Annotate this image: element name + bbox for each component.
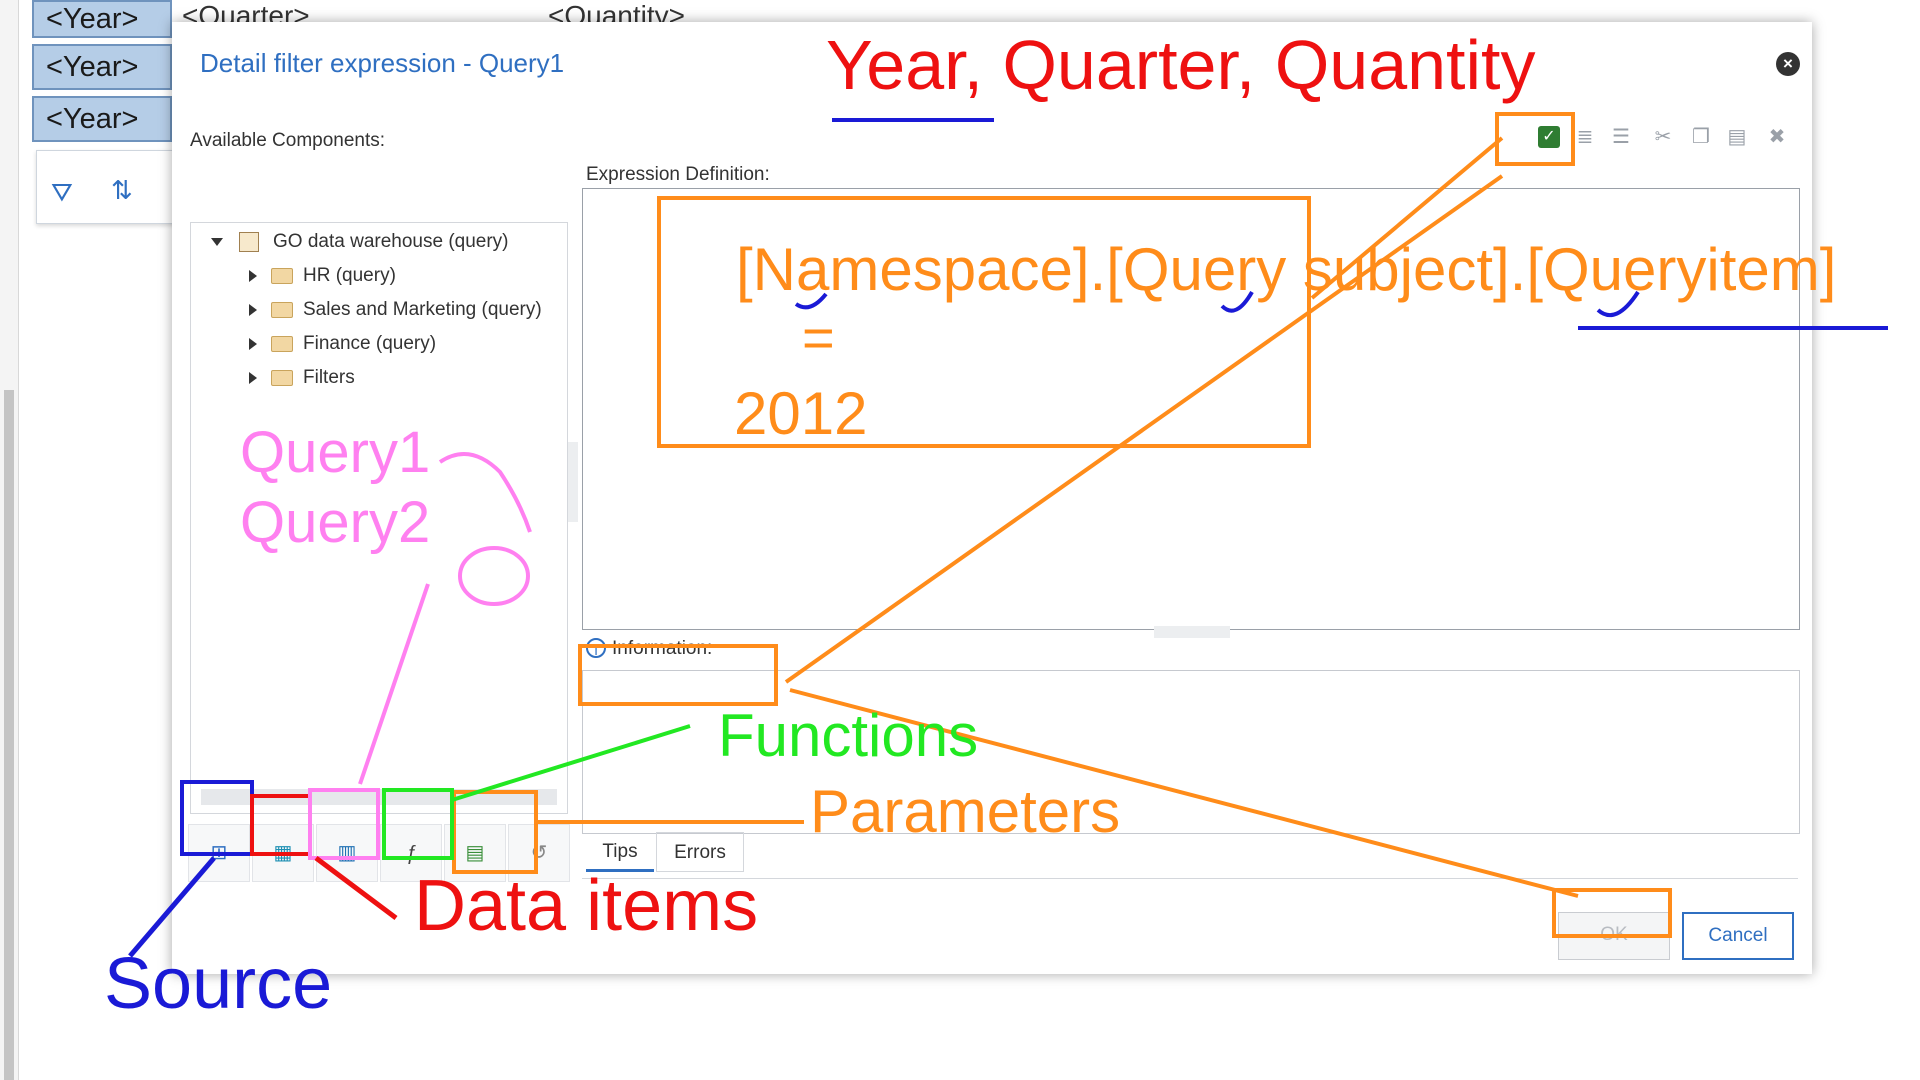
arrow-to-data-items — [314, 856, 398, 920]
annotation-data-items: Data items — [414, 866, 759, 946]
parameters-highlight-box — [452, 790, 538, 874]
annotation-functions: Functions — [718, 702, 979, 769]
validate-highlight-box — [1495, 112, 1575, 166]
pink-curve — [438, 452, 532, 533]
annotation-title-note: Year, Quarter, Quantity — [826, 26, 1536, 104]
annotation-query2: Query2 — [240, 490, 431, 555]
annotation-parameters: Parameters — [810, 778, 1121, 845]
arrow-to-source — [128, 856, 216, 958]
data-items-highlight-box — [250, 794, 312, 856]
information-highlight-box — [578, 644, 778, 706]
query-highlight-box — [308, 788, 380, 860]
source-highlight-box — [180, 780, 254, 856]
arrow-to-queries — [358, 583, 430, 785]
annotation-expression-line2: = — [802, 306, 835, 369]
annotation-query1: Query1 — [240, 420, 431, 485]
pink-circle — [458, 546, 530, 606]
arrow-to-functions — [451, 724, 691, 802]
functions-highlight-box — [382, 788, 454, 860]
ok-highlight-box — [1552, 888, 1672, 938]
annotation-source: Source — [104, 944, 333, 1024]
annotation-expression-line3: 2012 — [734, 380, 868, 447]
annotation-expression-line1: [Namespace].[Query subject].[Queryitem] — [736, 236, 1837, 303]
